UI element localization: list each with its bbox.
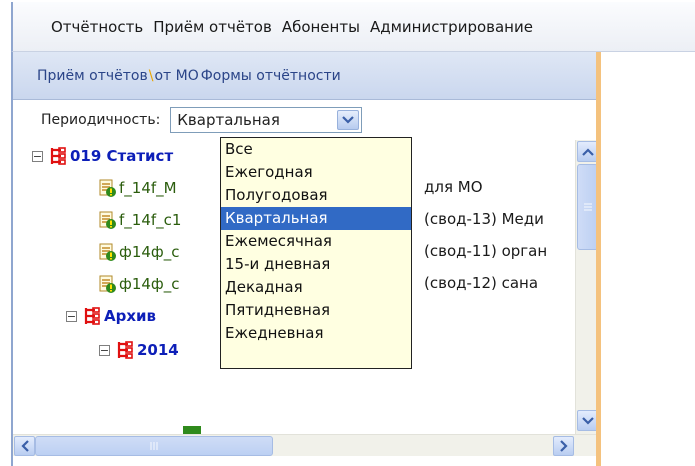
form-item-label: f_14f_c1 xyxy=(119,211,182,229)
tree-form-item[interactable]: f_14f_M xyxy=(99,176,177,200)
dropdown-option[interactable]: Пятидневная xyxy=(221,299,411,322)
tree-partial-row xyxy=(183,426,543,434)
scroll-right-button[interactable] xyxy=(553,436,574,456)
tree-form-item[interactable]: ф14ф_с xyxy=(99,240,179,264)
tree-form-item[interactable]: ф14ф_с xyxy=(99,272,179,296)
breadcrumb-part-forms: Формы отчётности xyxy=(200,67,341,84)
tree-node-year-label: 2014 xyxy=(137,341,179,359)
form-item-description: для МО xyxy=(424,178,483,196)
breadcrumb-part-mo[interactable]: от МО xyxy=(154,68,198,84)
form-doc-icon xyxy=(99,243,116,261)
periodicity-selected-value: Квартальная xyxy=(177,111,280,129)
grip-icon xyxy=(583,202,592,211)
vertical-scrollbar[interactable] xyxy=(575,140,596,434)
scroll-up-button[interactable] xyxy=(577,141,596,162)
menu-bar: Отчётность Приём отчётов Абоненты Админи… xyxy=(11,2,695,52)
collapse-icon[interactable]: − xyxy=(32,150,43,162)
vertical-scroll-thumb[interactable] xyxy=(577,164,596,250)
dropdown-option[interactable]: Ежегодная xyxy=(221,161,411,184)
tree-node-year[interactable]: − 2014 xyxy=(99,338,179,362)
arrow-down-icon xyxy=(581,416,594,425)
tree-node-root[interactable]: − 019 Статист xyxy=(32,144,173,168)
form-doc-icon xyxy=(99,211,116,229)
form-item-description: (свод-11) орган xyxy=(424,242,548,260)
dropdown-option[interactable]: Ежемесячная xyxy=(221,230,411,253)
tree-node-archive-label: Архив xyxy=(104,307,157,325)
dropdown-option[interactable]: 15-и дневная xyxy=(221,253,411,276)
form-doc-icon xyxy=(99,179,116,197)
periodicity-row: Периодичность: Квартальная xyxy=(13,100,596,140)
periodicity-label: Периодичность: xyxy=(41,112,161,128)
folder-tree-icon xyxy=(117,341,133,359)
arrow-left-icon xyxy=(20,440,29,452)
scroll-left-button[interactable] xyxy=(14,436,35,456)
form-doc-icon xyxy=(99,275,116,293)
chevron-down-icon xyxy=(342,116,355,124)
periodicity-dropdown-list: Все Ежегодная Полугодовая Квартальная Еж… xyxy=(220,137,412,369)
tree-node-archive[interactable]: − Архив xyxy=(66,304,156,328)
menu-item-reporting[interactable]: Отчётность xyxy=(51,18,143,36)
breadcrumb: Приём отчётов \ от МО ​ Формы отчётности xyxy=(13,52,596,100)
tree-form-item[interactable]: f_14f_c1 xyxy=(99,208,181,232)
form-item-label: f_14f_M xyxy=(119,179,177,197)
collapse-icon[interactable]: − xyxy=(99,344,110,356)
dropdown-option[interactable]: Декадная xyxy=(221,276,411,299)
menu-item-administration[interactable]: Администрирование xyxy=(370,18,533,36)
dropdown-toggle-button[interactable] xyxy=(337,110,360,130)
panel-splitter[interactable] xyxy=(596,52,601,466)
collapse-icon[interactable]: − xyxy=(66,310,77,322)
form-item-label: ф14ф_с xyxy=(119,243,180,261)
scroll-down-button[interactable] xyxy=(577,410,596,431)
horizontal-scroll-thumb[interactable] xyxy=(35,436,273,456)
periodicity-select[interactable]: Квартальная xyxy=(170,107,363,133)
breadcrumb-separator: \ xyxy=(148,67,154,84)
tree-node-root-label: 019 Статист xyxy=(70,147,174,165)
arrow-right-icon xyxy=(559,440,568,452)
folder-tree-icon xyxy=(84,307,100,325)
horizontal-scrollbar[interactable] xyxy=(13,434,596,456)
dropdown-option[interactable]: Все xyxy=(221,138,411,161)
form-item-description: (свод-12) сана xyxy=(424,274,539,292)
form-doc-icon xyxy=(183,426,201,434)
dropdown-option[interactable]: Ежедневная xyxy=(221,322,411,345)
dropdown-option-selected[interactable]: Квартальная xyxy=(221,207,411,230)
form-item-description: (свод-13) Меди xyxy=(424,210,544,228)
folder-tree-icon xyxy=(50,147,66,165)
breadcrumb-part-intake[interactable]: Приём отчётов xyxy=(37,68,148,84)
arrow-up-icon xyxy=(581,147,594,156)
dropdown-option[interactable]: Полугодовая xyxy=(221,184,411,207)
form-item-label: ф14ф_с xyxy=(119,275,180,293)
menu-item-subscribers[interactable]: Абоненты xyxy=(282,18,360,36)
menu-item-report-intake[interactable]: Приём отчётов xyxy=(153,18,272,36)
grip-icon xyxy=(149,442,158,450)
